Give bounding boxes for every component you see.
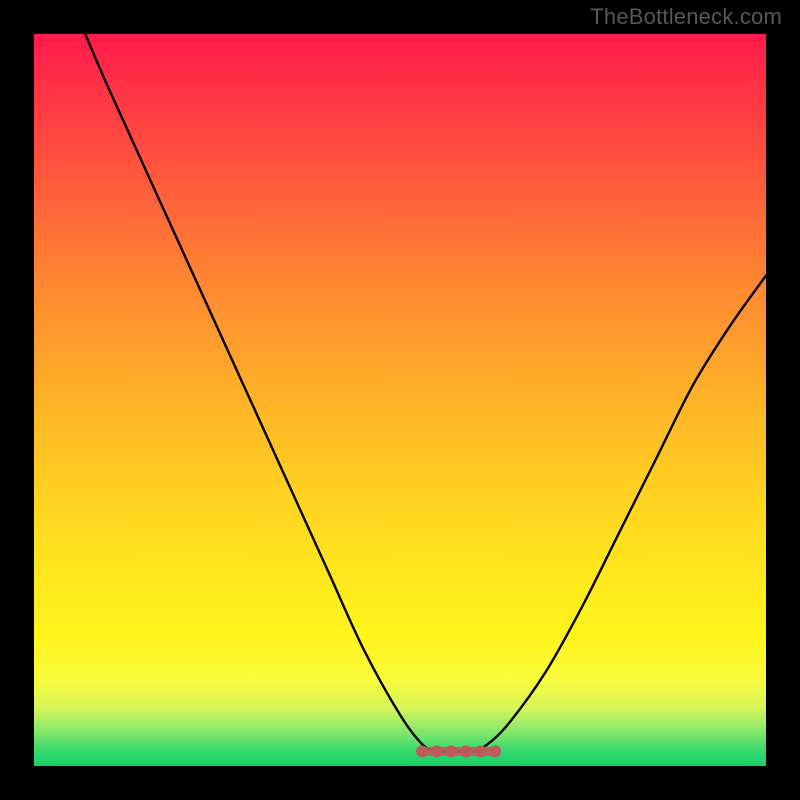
marker-dot bbox=[416, 745, 428, 757]
marker-dot bbox=[431, 745, 443, 757]
watermark-text: TheBottleneck.com bbox=[590, 4, 782, 30]
marker-dot bbox=[489, 745, 501, 757]
bottleneck-curve bbox=[85, 34, 766, 752]
curve-svg bbox=[34, 34, 766, 766]
marker-dot bbox=[445, 745, 457, 757]
bottom-markers bbox=[416, 745, 501, 757]
plot-area bbox=[34, 34, 766, 766]
marker-dot bbox=[460, 745, 472, 757]
marker-dot bbox=[475, 745, 487, 757]
chart-frame: TheBottleneck.com bbox=[0, 0, 800, 800]
curve-line bbox=[85, 34, 766, 752]
